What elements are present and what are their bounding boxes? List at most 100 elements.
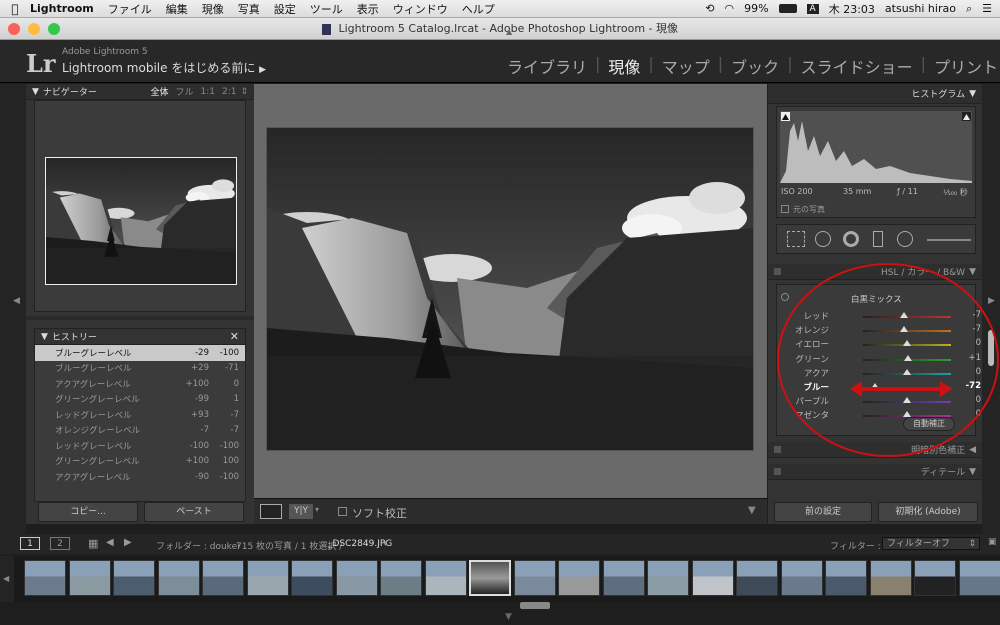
filmstrip-thumbnail[interactable]	[513, 560, 556, 596]
history-row[interactable]: グリーングレーレベル -99 1	[35, 392, 245, 408]
slider-value[interactable]: 0	[951, 409, 981, 419]
filmstrip-thumbnail[interactable]	[424, 560, 467, 596]
before-after-dropdown-icon[interactable]: ▾	[315, 505, 319, 514]
navigator-thumbnail[interactable]	[45, 157, 237, 285]
slider-knob[interactable]	[903, 368, 911, 375]
filmstrip-thumbnail[interactable]	[291, 560, 333, 596]
apple-icon[interactable]: 	[0, 2, 30, 16]
history-row[interactable]: グリーングレーレベル +100 100	[35, 454, 245, 470]
show-original-checkbox[interactable]	[781, 205, 789, 213]
filmstrip-thumbnail[interactable]	[157, 560, 200, 596]
slider-knob[interactable]	[900, 312, 909, 318]
slider-value[interactable]: -72	[951, 381, 981, 391]
mobile-promo-link[interactable]: Lightroom mobile をはじめる前に ▶	[62, 59, 266, 76]
loupe-view-icon[interactable]	[260, 504, 282, 519]
menu-develop[interactable]: 現像	[202, 1, 224, 17]
file-dropdown-icon[interactable]: ▾	[383, 539, 388, 549]
filmstrip-thumbnail[interactable]	[113, 560, 155, 596]
menu-edit[interactable]: 編集	[166, 1, 188, 17]
filmstrip-thumbnail[interactable]	[202, 560, 244, 596]
menu-help[interactable]: ヘルプ	[462, 1, 495, 17]
filmstrip-thumbnail[interactable]	[246, 560, 289, 596]
filmstrip-thumbnail[interactable]	[958, 560, 1000, 596]
before-after-icon[interactable]: Y|Y	[289, 504, 313, 519]
slider-value[interactable]: 0	[951, 367, 981, 377]
slider-knob[interactable]	[903, 340, 911, 347]
filmstrip-thumbnail[interactable]	[24, 560, 66, 596]
app-menu[interactable]: Lightroom	[30, 2, 94, 15]
grid-view-icon[interactable]: ▦	[88, 537, 98, 550]
zoom-stepper-icon[interactable]: ⇕	[240, 87, 248, 97]
notification-icon[interactable]: ☰	[982, 2, 992, 15]
history-row[interactable]: レッドグレーレベル -100 -100	[35, 438, 245, 454]
monitor-1-button[interactable]: 1	[20, 537, 40, 550]
filmstrip-thumbnail[interactable]	[558, 560, 600, 596]
radial-filter-icon[interactable]	[897, 231, 913, 247]
clear-history-icon[interactable]: ✕	[230, 330, 239, 343]
menu-file[interactable]: ファイル	[108, 1, 152, 17]
menu-view[interactable]: 表示	[357, 1, 379, 17]
battery-icon[interactable]	[778, 4, 797, 13]
zoom-fill[interactable]: フル	[175, 85, 193, 98]
module-slideshow[interactable]: スライドショー	[799, 54, 915, 78]
hsl-header[interactable]: HSL / カラー / B&W ▼	[768, 264, 982, 280]
time-machine-icon[interactable]: ⟲	[705, 2, 714, 15]
menu-tools[interactable]: ツール	[310, 1, 343, 17]
history-row[interactable]: アクアグレーレベル -90 -100	[35, 469, 245, 485]
history-row[interactable]: オレンジグレーレベル -7 -7	[35, 423, 245, 439]
filmstrip-scrollbar[interactable]	[520, 602, 550, 609]
back-arrow-icon[interactable]: ◀	[106, 537, 114, 548]
zoom-2-1[interactable]: 2:1	[222, 87, 236, 97]
filmstrip-thumbnail[interactable]	[869, 560, 912, 596]
forward-arrow-icon[interactable]: ▶	[124, 537, 132, 548]
filmstrip-thumbnail[interactable]	[380, 560, 422, 596]
slider-value[interactable]: -7	[951, 324, 981, 334]
histogram-header[interactable]: ヒストグラム ▼	[768, 84, 982, 104]
filmstrip-thumbnail[interactable]	[691, 560, 734, 596]
filmstrip-collapse-icon[interactable]: ▼	[505, 612, 512, 622]
slider-knob[interactable]	[900, 326, 909, 333]
close-window-icon[interactable]	[8, 23, 20, 35]
zoom-fit[interactable]: 全体	[150, 85, 168, 98]
split-toning-header[interactable]: 明暗別色補正 ◀	[768, 442, 982, 458]
red-eye-icon[interactable]	[843, 231, 859, 247]
softproof-checkbox[interactable]	[338, 507, 347, 516]
zoom-window-icon[interactable]	[48, 23, 60, 35]
slider-knob[interactable]	[903, 397, 911, 404]
graduated-filter-icon[interactable]	[873, 231, 883, 247]
filmstrip-thumbnail[interactable]	[68, 560, 111, 596]
main-photo[interactable]	[266, 127, 754, 451]
slider-value[interactable]: -7	[951, 310, 981, 320]
filmstrip-thumbnail[interactable]	[914, 560, 956, 596]
slider-value[interactable]: +1	[951, 353, 981, 363]
filter-select[interactable]: フィルターオフ ⇕	[882, 537, 980, 550]
reset-adobe-button[interactable]: 初期化 (Adobe)	[878, 502, 978, 522]
slider-value[interactable]: 0	[951, 395, 981, 405]
module-develop[interactable]: 現像	[606, 54, 642, 78]
copy-settings-button[interactable]: コピー...	[38, 502, 138, 522]
crop-tool-icon[interactable]	[787, 231, 805, 247]
detail-header[interactable]: ディテール ▼	[768, 464, 982, 480]
filmstrip-thumbnail[interactable]	[469, 560, 511, 596]
navigator-header[interactable]: ▼ ナビゲーター 全体 フル 1:1 2:1 ⇕	[26, 84, 254, 100]
history-row[interactable]: レッドグレーレベル +93 -7	[35, 407, 245, 423]
filmstrip-thumbnail[interactable]	[780, 560, 823, 596]
panel-toggle-switch[interactable]	[774, 468, 781, 475]
history-row[interactable]: ブルーグレーレベル +29 -71	[35, 361, 245, 377]
filmstrip-thumbnail[interactable]	[825, 560, 867, 596]
auto-adjust-button[interactable]: 自動補正	[903, 417, 955, 431]
filmstrip-thumbnail[interactable]	[647, 560, 689, 596]
menu-settings[interactable]: 設定	[274, 1, 296, 17]
history-row[interactable]: ブルーグレーレベル -29 -100	[35, 345, 245, 361]
spotlight-icon[interactable]: ⌕	[966, 2, 972, 16]
slider-knob[interactable]	[903, 354, 912, 361]
slider-knob[interactable]	[871, 383, 880, 389]
paste-settings-button[interactable]: ペースト	[144, 502, 244, 522]
wifi-icon[interactable]: ◠	[724, 2, 734, 15]
panel-scrollbar[interactable]	[988, 330, 994, 366]
right-panel-toggle-icon[interactable]: ▶	[988, 296, 995, 306]
filmstrip-thumbnail[interactable]	[602, 560, 645, 596]
minimize-window-icon[interactable]	[28, 23, 40, 35]
menu-window[interactable]: ウィンドウ	[393, 1, 448, 17]
slider-value[interactable]: 0	[951, 338, 981, 348]
